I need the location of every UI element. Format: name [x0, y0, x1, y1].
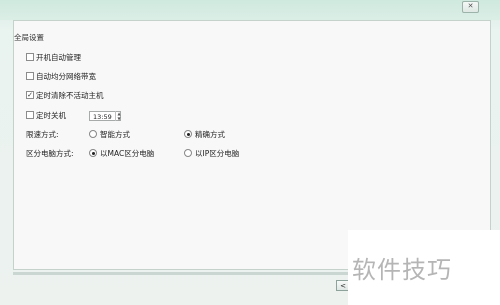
auto-balance-checkbox[interactable]	[26, 72, 34, 80]
close-button[interactable]: ✕	[462, 1, 479, 13]
title-bar	[0, 0, 500, 20]
watermark-text: 软件技巧	[352, 256, 452, 284]
speed-smart-label: 智能方式	[100, 129, 130, 139]
auto-balance-option[interactable]: 自动均分网络带宽	[26, 70, 96, 82]
autostart-checkbox[interactable]	[26, 53, 34, 61]
distinguish-ip-option[interactable]: 以IP区分电脑	[184, 147, 239, 159]
distinguish-ip-radio[interactable]	[184, 149, 192, 157]
speed-limit-label-row: 限速方式:	[26, 128, 59, 140]
auto-shutdown-checkbox[interactable]	[26, 111, 34, 119]
distinguish-label-row: 区分电脑方式:	[26, 147, 74, 159]
autostart-option[interactable]: 开机自动管理	[26, 51, 81, 63]
auto-shutdown-label: 定时关机	[36, 110, 66, 120]
auto-clear-checkbox[interactable]: ✓	[26, 91, 34, 99]
distinguish-ip-label: 以IP区分电脑	[195, 148, 240, 158]
auto-clear-label: 定时清除不活动主机	[36, 90, 104, 100]
auto-clear-option[interactable]: ✓ 定时清除不活动主机	[26, 89, 104, 101]
auto-shutdown-option[interactable]: 定时关机	[26, 109, 66, 121]
distinguish-label: 区分电脑方式:	[26, 148, 74, 158]
speed-precise-option[interactable]: 精确方式	[184, 128, 225, 140]
section-title: 全局设置	[14, 33, 44, 42]
time-spinner[interactable]: ▲ ▼	[115, 111, 122, 121]
speed-precise-radio[interactable]	[184, 130, 192, 138]
speed-smart-option[interactable]: 智能方式	[89, 128, 130, 140]
speed-smart-radio[interactable]	[89, 130, 97, 138]
distinguish-mac-radio[interactable]	[89, 149, 97, 157]
auto-balance-label: 自动均分网络带宽	[36, 71, 96, 81]
distinguish-mac-label: 以MAC区分电脑	[100, 148, 155, 158]
distinguish-mac-option[interactable]: 以MAC区分电脑	[89, 147, 154, 159]
speed-limit-label: 限速方式:	[26, 129, 59, 139]
settings-window: ✕ 全局设置 开机自动管理 自动均分网络带宽 ✓ 定时清除不活动主机 定时关机 …	[0, 0, 500, 305]
speed-precise-label: 精确方式	[195, 129, 225, 139]
autostart-label: 开机自动管理	[36, 52, 81, 62]
